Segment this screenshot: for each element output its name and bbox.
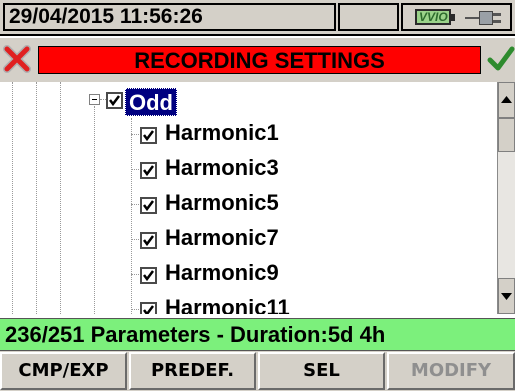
tree-item-harmonic3[interactable]: Harmonic3 (165, 155, 279, 181)
date-time-display: 29/04/2015 11:56:26 (3, 3, 336, 31)
tree-guide-line (12, 82, 13, 314)
cmp-exp-button[interactable]: CMP/EXP (0, 352, 127, 390)
check-icon[interactable] (487, 44, 515, 74)
close-icon[interactable] (2, 44, 32, 74)
tree-item-harmonic5[interactable]: Harmonic5 (165, 190, 279, 216)
function-key-bar: CMP/EXP PREDEF. SEL MODIFY (0, 351, 515, 391)
power-status: VVIO (401, 3, 512, 31)
status-bar: 29/04/2015 11:56:26 VVIO (0, 0, 515, 36)
title-bar: RECORDING SETTINGS (0, 38, 515, 82)
group-checkbox[interactable] (106, 92, 123, 109)
modify-button[interactable]: MODIFY (387, 352, 515, 390)
scroll-thumb[interactable] (498, 118, 515, 152)
item-checkbox[interactable] (140, 127, 157, 144)
item-checkbox[interactable] (140, 302, 157, 314)
recording-settings-screen: 29/04/2015 11:56:26 VVIO RECORDING SETTI… (0, 0, 515, 391)
item-checkbox[interactable] (140, 232, 157, 249)
tree-guide-line (94, 106, 95, 314)
battery-icon: VVIO (415, 9, 455, 25)
tree-guide-line (131, 118, 132, 314)
tree-item-harmonic11[interactable]: Harmonic11 (165, 295, 290, 314)
collapse-icon[interactable] (89, 94, 100, 105)
parameters-summary: 236/251 Parameters - Duration:5d 4h (0, 318, 515, 351)
tree-item-harmonic1[interactable]: Harmonic1 (165, 120, 279, 146)
vertical-scrollbar[interactable] (497, 82, 515, 314)
status-cell-empty (338, 3, 399, 31)
scroll-up-button[interactable] (498, 82, 515, 118)
page-title: RECORDING SETTINGS (38, 46, 481, 74)
tree-item-harmonic7[interactable]: Harmonic7 (165, 225, 279, 251)
parameter-tree: Odd Harmonic1 Harmonic3 Harmonic5 Harmon… (0, 82, 497, 314)
tree-guide-line (60, 82, 61, 314)
item-checkbox[interactable] (140, 197, 157, 214)
item-checkbox[interactable] (140, 162, 157, 179)
power-plug-icon (465, 9, 505, 27)
predef-button[interactable]: PREDEF. (129, 352, 256, 390)
battery-label: VVIO (419, 10, 448, 24)
tree-group-odd[interactable]: Odd (125, 88, 177, 116)
sel-button[interactable]: SEL (258, 352, 385, 390)
tree-guide-line (36, 82, 37, 314)
scroll-down-button[interactable] (498, 278, 515, 314)
tree-item-harmonic9[interactable]: Harmonic9 (165, 260, 279, 286)
item-checkbox[interactable] (140, 267, 157, 284)
